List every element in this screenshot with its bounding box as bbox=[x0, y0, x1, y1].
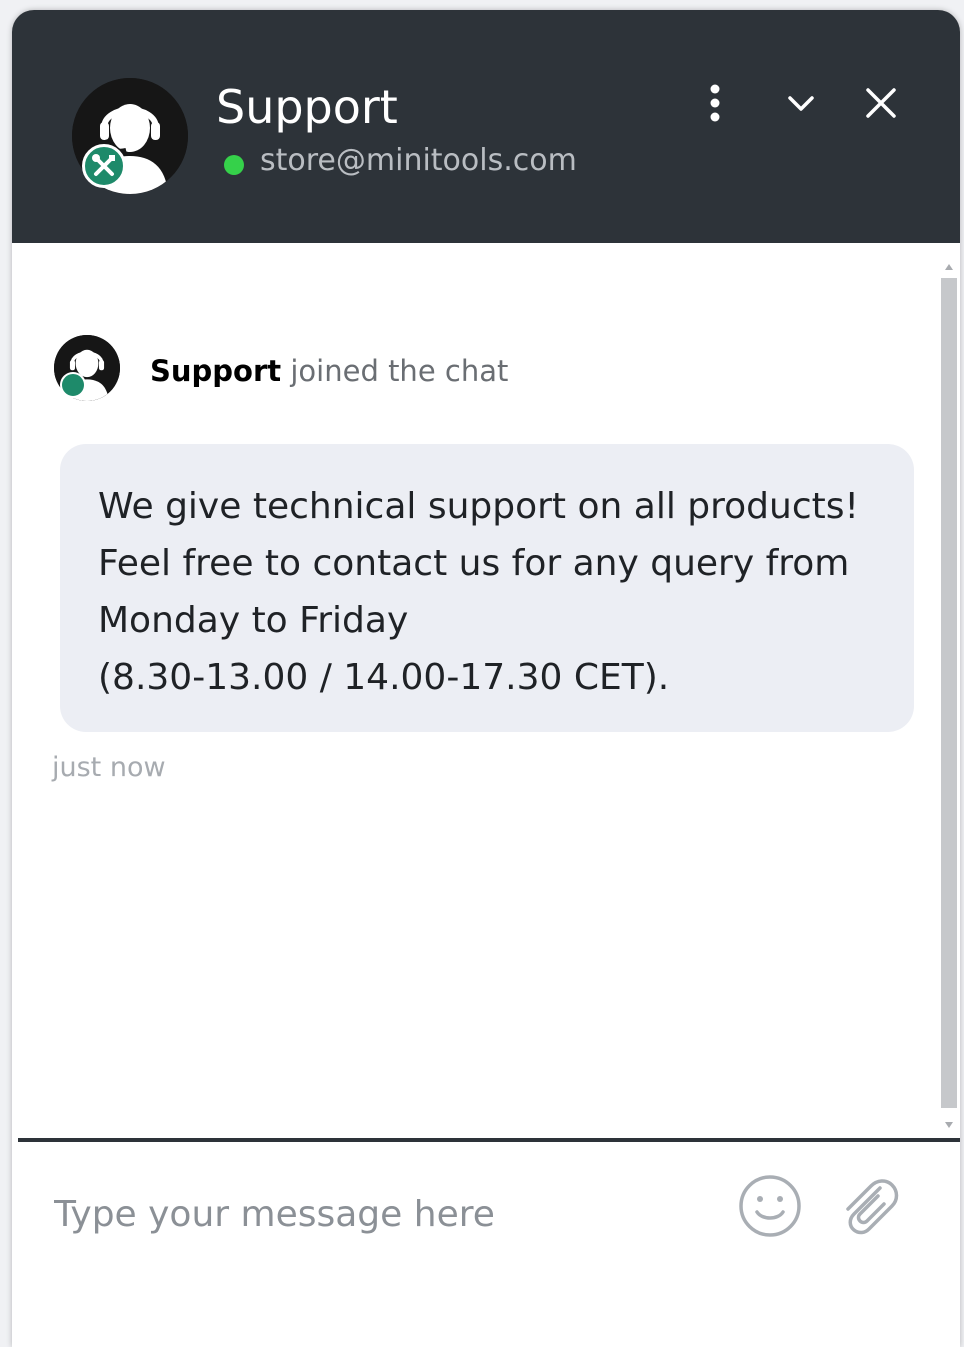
agent-message-bubble: We give technical support on all product… bbox=[60, 444, 914, 732]
join-event-label: joined the chat bbox=[290, 354, 509, 388]
join-event-text: Support joined the chat bbox=[150, 354, 508, 389]
close-icon bbox=[866, 88, 896, 118]
message-line: We give technical support on all product… bbox=[98, 486, 859, 527]
tools-badge bbox=[82, 144, 126, 188]
chat-title: Support bbox=[216, 80, 398, 134]
chat-widget: Support store@minitools.com Support join… bbox=[12, 10, 960, 1347]
message-scrollbar[interactable] bbox=[939, 256, 959, 1136]
join-event-name: Support bbox=[150, 354, 282, 388]
message-composer bbox=[12, 1142, 960, 1347]
message-input[interactable] bbox=[54, 1184, 694, 1244]
message-line: Monday to Friday bbox=[98, 600, 409, 641]
chevron-down-icon bbox=[788, 96, 814, 111]
chat-header: Support store@minitools.com bbox=[12, 10, 960, 243]
more-options-button[interactable] bbox=[692, 80, 738, 126]
emoji-smile-icon bbox=[739, 1175, 801, 1237]
close-button[interactable] bbox=[858, 80, 904, 126]
message-timestamp: just now bbox=[52, 752, 166, 783]
message-line: (8.30-13.00 / 14.00-17.30 CET). bbox=[98, 657, 670, 698]
minimize-button[interactable] bbox=[778, 80, 824, 126]
tools-icon bbox=[92, 154, 115, 176]
emoji-button[interactable] bbox=[736, 1172, 804, 1240]
scroll-up-icon[interactable] bbox=[945, 264, 953, 270]
tools-badge-small bbox=[60, 372, 86, 398]
message-line: Feel free to contact us for any query fr… bbox=[98, 543, 850, 584]
online-status-dot bbox=[224, 155, 244, 175]
scroll-down-icon[interactable] bbox=[945, 1122, 953, 1128]
more-vertical-icon bbox=[710, 84, 720, 122]
agent-email: store@minitools.com bbox=[260, 143, 577, 178]
paperclip-icon bbox=[846, 1179, 899, 1235]
attach-file-button[interactable] bbox=[834, 1172, 902, 1240]
scroll-thumb[interactable] bbox=[941, 278, 957, 1108]
